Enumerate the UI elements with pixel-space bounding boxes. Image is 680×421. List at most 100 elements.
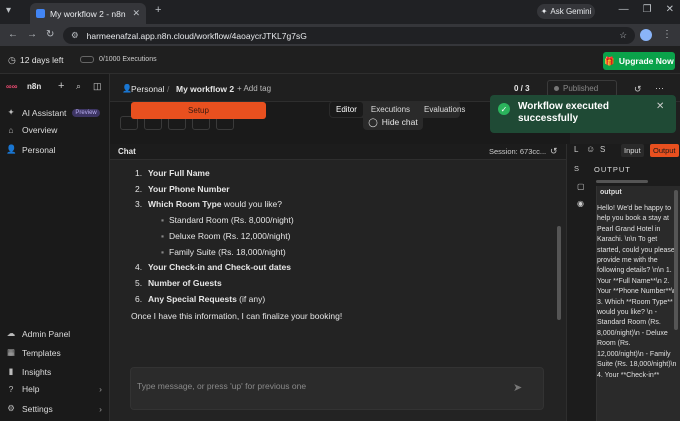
send-icon[interactable]: ➤ <box>513 381 522 394</box>
bookmark-star-icon[interactable]: ☆ <box>619 30 627 41</box>
output-section-title: OUTPUT <box>594 165 631 174</box>
trial-banner: ◷ 12 days left 0/1000 Executions <box>0 46 680 74</box>
collapse-sidebar-icon[interactable]: ◫ <box>93 81 102 92</box>
browser-menu-icon[interactable]: ⋮ <box>662 29 672 40</box>
item-bold: Number of Guests <box>148 277 222 288</box>
output-scroll-handle[interactable] <box>596 180 648 183</box>
sidebar-item-label: AI Assistant <box>22 107 67 118</box>
history-icon[interactable]: ↺ <box>634 84 642 95</box>
profile-avatar[interactable] <box>640 29 652 41</box>
bullet-icon: ▪ <box>161 230 165 241</box>
workflow-name[interactable]: My workflow 2 <box>176 84 234 94</box>
output-tab[interactable]: Output <box>650 144 679 157</box>
chevron-right-icon: › <box>99 384 102 394</box>
sidebar-item-label: Personal <box>22 144 56 155</box>
item-number: 1. <box>135 168 143 178</box>
home-icon: ⌂ <box>8 125 14 135</box>
item-number: 6. <box>135 293 143 304</box>
hide-chat-button[interactable]: ◯ Hide chat <box>363 114 423 130</box>
gemini-sparkle-icon: ✦ <box>540 7 548 16</box>
hide-chat-label: Hide chat <box>381 117 418 127</box>
add-tag-button[interactable]: + Add tag <box>237 84 271 93</box>
search-icon[interactable]: ⌕ <box>76 81 81 92</box>
logo-text: n8n <box>27 82 42 91</box>
item-bold: Your Check-in and Check-out dates <box>148 262 291 273</box>
maximize-icon[interactable]: ❐ <box>643 4 652 15</box>
list-item: 3. Which Room Type would you like? <box>131 197 551 213</box>
sidebar-item-admin-panel[interactable]: ☁ Admin Panel <box>6 328 70 339</box>
room-option: ▪ Standard Room (Rs. 8,000/night) <box>131 213 551 229</box>
new-tab-icon[interactable]: + <box>155 4 161 16</box>
panel-l-label: L <box>574 145 579 154</box>
sidebar-item-ai-assistant[interactable]: ✦ AI Assistant Preview <box>6 107 100 118</box>
n8n-logo-icon: ∞∞ <box>6 82 18 91</box>
item-number: 3. <box>135 199 143 210</box>
sidebar-item-insights[interactable]: ▮ Insights <box>6 366 52 377</box>
room-option: ▪ Family Suite (Rs. 18,000/night) <box>131 245 551 261</box>
sparkle-icon: ✦ <box>7 107 15 117</box>
status-dot-icon <box>554 86 559 91</box>
breadcrumb-project[interactable]: Personal <box>131 84 165 94</box>
output-field-name: output <box>600 189 622 196</box>
chat-scrollbar[interactable] <box>557 226 561 320</box>
sidebar: ∞∞ n8n + ⌕ ◫ ✦ AI Assistant Preview ⌂ Ov… <box>0 74 110 421</box>
input-tab[interactable]: Input <box>621 144 644 157</box>
breadcrumb-separator: / <box>167 84 170 94</box>
check-circle-icon: ✓ <box>498 103 510 115</box>
templates-icon: ▦ <box>6 347 16 357</box>
address-bar[interactable]: ⚙ harmeenafzal.app.n8n.cloud/workflow/4a… <box>63 27 635 44</box>
user-icon: 👤 <box>6 144 17 154</box>
sidebar-item-overview[interactable]: ⌂ Overview <box>6 125 57 135</box>
browser-tabbar: ▾ My workflow 2 - n8n ✕ + ✦ Ask Gemini —… <box>0 0 680 24</box>
chat-icon: ▢ <box>577 182 585 191</box>
sidebar-item-label: Templates <box>22 347 61 358</box>
panel-s-label-2: S <box>574 164 581 173</box>
reset-session-icon[interactable]: ↺ <box>550 146 558 157</box>
chevron-right-icon: › <box>99 403 102 414</box>
chat-node-icon: ☺ <box>586 144 596 154</box>
gear-icon: ⚙ <box>7 403 15 413</box>
window-controls: — ❐ ✕ <box>619 4 674 15</box>
session-id: Session: 673cc... <box>489 147 547 156</box>
item-bold: Your Full Name <box>148 168 210 178</box>
gemini-label: Ask Gemini <box>550 7 592 16</box>
add-icon[interactable]: + <box>58 80 64 92</box>
room-label: Deluxe Room (Rs. 12,000/night) <box>169 230 291 241</box>
item-number: 2. <box>135 183 143 194</box>
output-scrollbar[interactable] <box>674 190 678 330</box>
sidebar-item-label: Help <box>22 384 40 394</box>
tab-evaluations[interactable]: Evaluations <box>418 102 471 117</box>
close-window-icon[interactable]: ✕ <box>666 4 674 15</box>
chat-input-placeholder: Type message, or press 'up' for previous… <box>137 381 307 391</box>
close-tab-icon[interactable]: ✕ <box>132 8 140 19</box>
sidebar-item-settings[interactable]: ⚙ Settings › <box>6 403 102 414</box>
list-item: 5. Number of Guests <box>131 276 551 292</box>
reload-icon[interactable]: ↻ <box>46 29 54 40</box>
upgrade-now-button[interactable]: 🎁 Upgrade Now <box>603 52 675 70</box>
sidebar-item-personal[interactable]: 👤 Personal <box>6 144 56 155</box>
back-icon[interactable]: ← <box>8 29 18 40</box>
chat-input[interactable]: Type message, or press 'up' for previous… <box>130 367 544 410</box>
trial-days: 12 days left <box>20 55 64 65</box>
sidebar-item-label: Overview <box>22 125 58 135</box>
bot-message: 1. Your Full Name 2. Your Phone Number 3. W… <box>131 166 551 325</box>
browser-tab[interactable]: My workflow 2 - n8n ✕ <box>30 3 146 24</box>
output-value: Hello! We'd be happy to help you book a … <box>597 205 677 379</box>
close-toast-icon[interactable]: ✕ <box>656 101 664 127</box>
item-number: 4. <box>135 262 143 273</box>
forward-icon[interactable]: → <box>27 29 37 40</box>
more-options-icon[interactable]: ⋯ <box>655 83 664 94</box>
cloud-icon: ☁ <box>6 328 16 338</box>
sidebar-item-help[interactable]: ? Help › <box>6 384 102 394</box>
sidebar-item-label: Admin Panel <box>22 328 71 339</box>
site-info-icon[interactable]: ⚙ <box>71 30 79 41</box>
item-bold: Which Room Type <box>148 199 222 210</box>
tab-search-icon[interactable]: ▾ <box>6 5 11 16</box>
ask-gemini-button[interactable]: ✦ Ask Gemini <box>537 4 595 19</box>
setup-button[interactable]: Setup <box>131 102 266 119</box>
item-number: 5. <box>135 277 143 288</box>
tab-editor[interactable]: Editor <box>330 102 363 117</box>
help-icon: ? <box>8 384 14 394</box>
sidebar-item-templates[interactable]: ▦ Templates <box>6 347 61 358</box>
minimize-icon[interactable]: — <box>619 4 629 15</box>
